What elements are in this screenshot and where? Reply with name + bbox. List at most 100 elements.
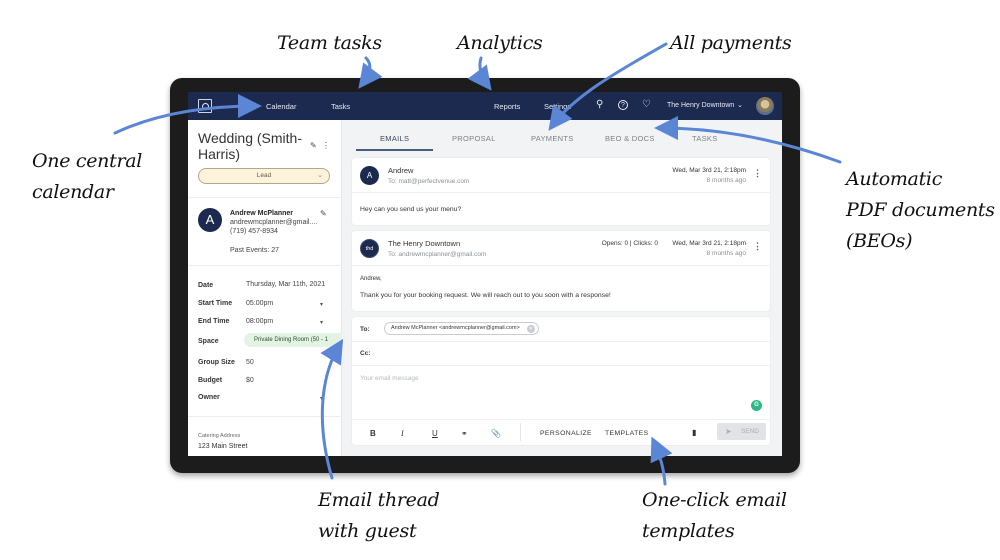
email-stats: Opens: 0 | Clicks: 0 bbox=[601, 240, 658, 247]
active-tab-indicator bbox=[356, 149, 433, 151]
venue-selector[interactable]: The Henry Downtown bbox=[667, 102, 734, 109]
email-date: Wed, Mar 3rd 21, 2:18pm bbox=[672, 240, 746, 247]
app-screen: Calendar Tasks Reports Settings ⚲ ? ♡ Th… bbox=[188, 92, 782, 456]
bold-button[interactable]: B bbox=[370, 429, 376, 438]
annotation-central-calendar: One central calendar bbox=[32, 150, 143, 203]
search-icon[interactable]: ⚲ bbox=[596, 99, 603, 110]
remove-recipient-icon[interactable]: ✕ bbox=[526, 325, 535, 333]
chevron-down-icon[interactable]: ▾ bbox=[320, 301, 323, 308]
start-time-label: Start Time bbox=[198, 300, 233, 307]
help-icon[interactable]: ? bbox=[618, 100, 628, 110]
edit-icon[interactable]: ✎ bbox=[310, 141, 317, 150]
send-label: SEND bbox=[740, 428, 759, 435]
event-details-panel: Wedding (Smith-Harris) ✎ ⋮ Lead ⌄ A Andr… bbox=[188, 120, 342, 456]
tab-proposal[interactable]: PROPOSAL bbox=[452, 134, 496, 143]
status-dropdown[interactable]: Lead ⌄ bbox=[198, 168, 330, 184]
tab-payments[interactable]: PAYMENTS bbox=[531, 134, 574, 143]
email-relative-time: 8 months ago bbox=[706, 250, 746, 257]
grammarly-icon[interactable]: G bbox=[751, 400, 762, 411]
end-time-label: End Time bbox=[198, 318, 230, 325]
budget-value[interactable]: $0 bbox=[246, 377, 254, 384]
catering-address-label: Catering Address bbox=[198, 433, 241, 439]
status-label: Lead bbox=[256, 172, 272, 179]
start-time-value[interactable]: 05:00pm bbox=[246, 300, 273, 307]
recipient: To: andrewmcplanner@gmail.com bbox=[388, 251, 487, 258]
recipient-chip[interactable]: Andrew McPlanner <andrewmcplanner@gmail.… bbox=[384, 322, 539, 335]
chevron-down-icon[interactable]: ⌄ bbox=[737, 101, 743, 109]
owner-label: Owner bbox=[198, 394, 220, 401]
end-time-value[interactable]: 08:00pm bbox=[246, 318, 273, 325]
cc-label[interactable]: Cc: bbox=[360, 350, 370, 357]
email-message[interactable]: thd The Henry Downtown To: andrewmcplann… bbox=[352, 231, 770, 311]
more-vertical-icon[interactable]: ⋮ bbox=[322, 141, 330, 150]
catering-address-value: 123 Main Street bbox=[198, 443, 248, 450]
space-chip[interactable]: Private Dining Room (50 - 1 bbox=[244, 333, 342, 347]
more-vertical-icon[interactable]: ⋮ bbox=[753, 241, 762, 252]
annotation-email-templates: One-click email templates bbox=[642, 489, 787, 542]
sender-avatar: A bbox=[360, 166, 379, 185]
logo-icon[interactable] bbox=[198, 99, 212, 113]
message-input[interactable]: Your email message bbox=[360, 375, 419, 382]
nav-calendar[interactable]: Calendar bbox=[266, 102, 296, 111]
underline-button[interactable]: U bbox=[432, 429, 438, 438]
group-size-label: Group Size bbox=[198, 359, 235, 366]
past-events: Past Events: 27 bbox=[230, 247, 280, 254]
recipient: To: matt@perfectvenue.com bbox=[388, 178, 470, 185]
email-composer: To: Andrew McPlanner <andrewmcplanner@gm… bbox=[352, 317, 770, 445]
annotation-analytics: Analytics bbox=[457, 32, 543, 54]
date-value[interactable]: Thursday, Mar 11th, 2021 bbox=[246, 281, 325, 288]
link-icon[interactable]: ⚭ bbox=[461, 429, 468, 438]
date-label: Date bbox=[198, 282, 214, 289]
sender-name: Andrew bbox=[388, 166, 414, 175]
space-label: Space bbox=[198, 338, 219, 345]
edit-contact-icon[interactable]: ✎ bbox=[320, 209, 327, 218]
tab-beo-docs[interactable]: BEO & DOCS bbox=[605, 134, 655, 143]
group-size-value[interactable]: 50 bbox=[246, 359, 254, 366]
more-vertical-icon[interactable]: ⋮ bbox=[753, 168, 762, 179]
divider bbox=[188, 197, 342, 198]
chevron-down-icon: ⌄ bbox=[317, 172, 323, 179]
nav-settings[interactable]: Settings bbox=[544, 102, 571, 111]
nav-reports[interactable]: Reports bbox=[494, 102, 520, 111]
annotation-pdf-documents: Automatic PDF documents (BEOs) bbox=[846, 168, 995, 252]
divider bbox=[188, 265, 342, 266]
email-body: Hey can you send us your menu? bbox=[360, 206, 462, 213]
email-body: Thank you for your booking request. We w… bbox=[360, 292, 611, 299]
divider bbox=[188, 416, 342, 417]
chevron-down-icon[interactable]: ▾ bbox=[320, 319, 323, 326]
send-button[interactable]: ➤ SEND bbox=[717, 423, 766, 440]
top-nav: Calendar Tasks Reports Settings ⚲ ? ♡ Th… bbox=[188, 92, 782, 120]
divider bbox=[352, 192, 770, 193]
trash-icon[interactable]: ▮ bbox=[692, 428, 696, 437]
nav-tasks[interactable]: Tasks bbox=[331, 102, 350, 111]
contact-phone: (719) 457-8934 bbox=[230, 228, 278, 235]
tab-emails[interactable]: EMAILS bbox=[380, 134, 409, 143]
email-message[interactable]: A Andrew To: matt@perfectvenue.com Wed, … bbox=[352, 158, 770, 225]
contact-email: andrewmcplanner@gmail.... bbox=[230, 219, 318, 226]
budget-label: Budget bbox=[198, 377, 223, 384]
user-avatar[interactable] bbox=[756, 97, 774, 115]
divider bbox=[352, 341, 770, 342]
divider bbox=[520, 423, 521, 441]
divider bbox=[352, 265, 770, 266]
italic-button[interactable]: I bbox=[401, 429, 404, 438]
event-title: Wedding (Smith-Harris) bbox=[198, 130, 303, 162]
sender-avatar: thd bbox=[360, 239, 379, 258]
recipient-chip-label: Andrew McPlanner <andrewmcplanner@gmail.… bbox=[391, 325, 520, 331]
email-relative-time: 8 months ago bbox=[706, 177, 746, 184]
communications-panel: EMAILS PROPOSAL PAYMENTS BEO & DOCS TASK… bbox=[342, 120, 782, 456]
annotation-all-payments: All payments bbox=[670, 32, 792, 54]
contact-name: Andrew McPlanner bbox=[230, 210, 294, 217]
tab-tasks[interactable]: TASKS bbox=[692, 134, 718, 143]
personalize-button[interactable]: PERSONALIZE bbox=[540, 430, 592, 437]
email-greeting: Andrew, bbox=[360, 276, 382, 282]
to-label: To: bbox=[360, 326, 370, 333]
annotation-team-tasks: Team tasks bbox=[277, 32, 382, 54]
divider bbox=[352, 419, 770, 420]
chevron-down-icon[interactable]: ▾ bbox=[320, 395, 323, 402]
send-icon: ➤ bbox=[725, 427, 732, 436]
bell-icon[interactable]: ♡ bbox=[642, 99, 651, 110]
templates-button[interactable]: TEMPLATES bbox=[605, 430, 649, 437]
attachment-icon[interactable]: 📎 bbox=[491, 429, 501, 438]
contact-avatar: A bbox=[198, 208, 222, 232]
